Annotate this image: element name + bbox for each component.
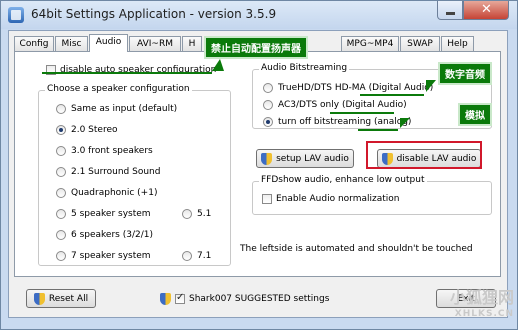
tab-mpg-mp4[interactable]: MPG~MP4 [341,36,399,51]
radio-label: TrueHD/DTS HD-MA (Digital Audio) [278,83,434,93]
uac-shield-icon [261,152,273,165]
radio-dot[interactable] [56,104,66,114]
radio-dot[interactable] [263,83,273,93]
radio-dot-selected[interactable] [263,117,273,127]
radio-label: 7.1 [197,251,212,261]
setup-lav-audio-button[interactable]: setup LAV audio [256,149,354,168]
button-label: setup LAV audio [276,153,349,164]
radio-label: 2.1 Surround Sound [71,167,161,177]
radio-label: 3.0 front speakers [71,146,153,156]
radio-6-speakers[interactable]: 6 speakers (3/2/1) [56,230,153,240]
annotation-pointer [426,80,436,92]
annotation-disable-auto: 禁止自动配置扬声器 [204,36,308,59]
annotation-underline [42,72,212,74]
minimize-icon [446,12,455,15]
tab-avi-rm[interactable]: AVI~RM [129,36,181,51]
annotation-underline [358,129,398,131]
suggested-label: Shark007 SUGGESTED settings [189,294,330,304]
radio-3-0-front[interactable]: 3.0 front speakers [56,146,153,156]
checkbox-box[interactable] [262,194,272,204]
radio-label: 7 speaker system [71,251,151,261]
tab-misc[interactable]: Misc [55,36,88,51]
radio-dot[interactable] [263,100,273,110]
radio-label: turn off bitstreaming (analog) [278,117,412,127]
radio-dot[interactable] [56,146,66,156]
speaker-group-title: Choose a speaker configuration [45,84,192,94]
annotation-pointer [400,118,410,128]
radio-5-speaker[interactable]: 5 speaker system [56,209,151,219]
radio-dot-selected[interactable] [56,125,66,135]
uac-shield-icon [160,293,171,305]
watermark-subtext: XHLKS.CN [454,309,514,319]
radio-label: 5 speaker system [71,209,151,219]
tab-help[interactable]: Help [441,36,474,51]
tab-audio[interactable]: Audio [89,34,128,52]
close-button[interactable]: ✕ [463,1,509,20]
radio-5-1[interactable]: 5.1 [182,209,211,219]
watermark: 小狐狸网 XHLKS.CN [450,290,514,322]
radio-7-1[interactable]: 7.1 [182,251,211,261]
automated-note: The leftside is automated and shouldn't … [240,244,473,254]
ffdshow-group: FFDshow audio, enhance low output Enable… [252,175,492,215]
annotation-underline [330,112,394,114]
uac-shield-icon [33,292,45,305]
radio-dot[interactable] [56,167,66,177]
tab-config[interactable]: Config [14,36,54,51]
title-bar[interactable]: 64bit Settings Application - version 3.5… [1,1,517,29]
radio-dot[interactable] [182,209,192,219]
radio-dot[interactable] [56,251,66,261]
button-label: Reset All [48,293,89,304]
radio-dot[interactable] [182,251,192,261]
annotation-digital: 数字音频 [438,62,492,85]
radio-dot[interactable] [56,230,66,240]
radio-quadraphonic[interactable]: Quadraphonic (+1) [56,188,157,198]
enable-normalization-label: Enable Audio normalization [276,194,400,204]
enable-normalization-checkbox[interactable]: Enable Audio normalization [262,194,399,204]
radio-dot[interactable] [56,188,66,198]
radio-label: AC3/DTS only (Digital Audio) [278,100,407,110]
speaker-config-group: Choose a speaker configuration Same as i… [38,84,231,266]
checkbox-box-checked[interactable] [175,292,185,304]
radio-2-1-surround[interactable]: 2.1 Surround Sound [56,167,160,177]
radio-ac3-dts[interactable]: AC3/DTS only (Digital Audio) [263,100,407,110]
tab-swap[interactable]: SWAP [400,36,440,51]
annotation-underline [360,94,424,96]
minimize-button[interactable] [437,1,463,20]
annotation-pointer [212,59,224,71]
radio-label: Same as input (default) [71,104,178,114]
radio-7-speaker[interactable]: 7 speaker system [56,251,151,261]
radio-label: 2.0 Stereo [71,125,118,135]
radio-same-as-input[interactable]: Same as input (default) [56,104,177,114]
radio-truehd[interactable]: TrueHD/DTS HD-MA (Digital Audio) [263,83,433,93]
reset-all-button[interactable]: Reset All [26,289,96,308]
radio-2-0-stereo[interactable]: 2.0 Stereo [56,125,118,135]
highlight-disable-lav [366,141,482,169]
radio-turn-off-bitstream[interactable]: turn off bitstreaming (analog) [263,117,411,127]
radio-label: Quadraphonic (+1) [71,188,158,198]
ffdshow-group-title: FFDshow audio, enhance low output [259,175,427,185]
bitstream-group-title: Audio Bitstreaming [259,63,350,73]
watermark-text: 小狐狸网 [449,288,514,307]
suggested-settings-checkbox[interactable]: Shark007 SUGGESTED settings [160,292,330,305]
annotation-analog: 模拟 [458,103,492,126]
radio-label: 6 speakers (3/2/1) [71,230,153,240]
window-title: 64bit Settings Application - version 3.5… [31,7,277,21]
close-icon: ✕ [481,2,492,17]
radio-dot[interactable] [56,209,66,219]
radio-label: 5.1 [197,209,212,219]
tab-h[interactable]: H [182,36,202,51]
app-icon [8,7,24,23]
